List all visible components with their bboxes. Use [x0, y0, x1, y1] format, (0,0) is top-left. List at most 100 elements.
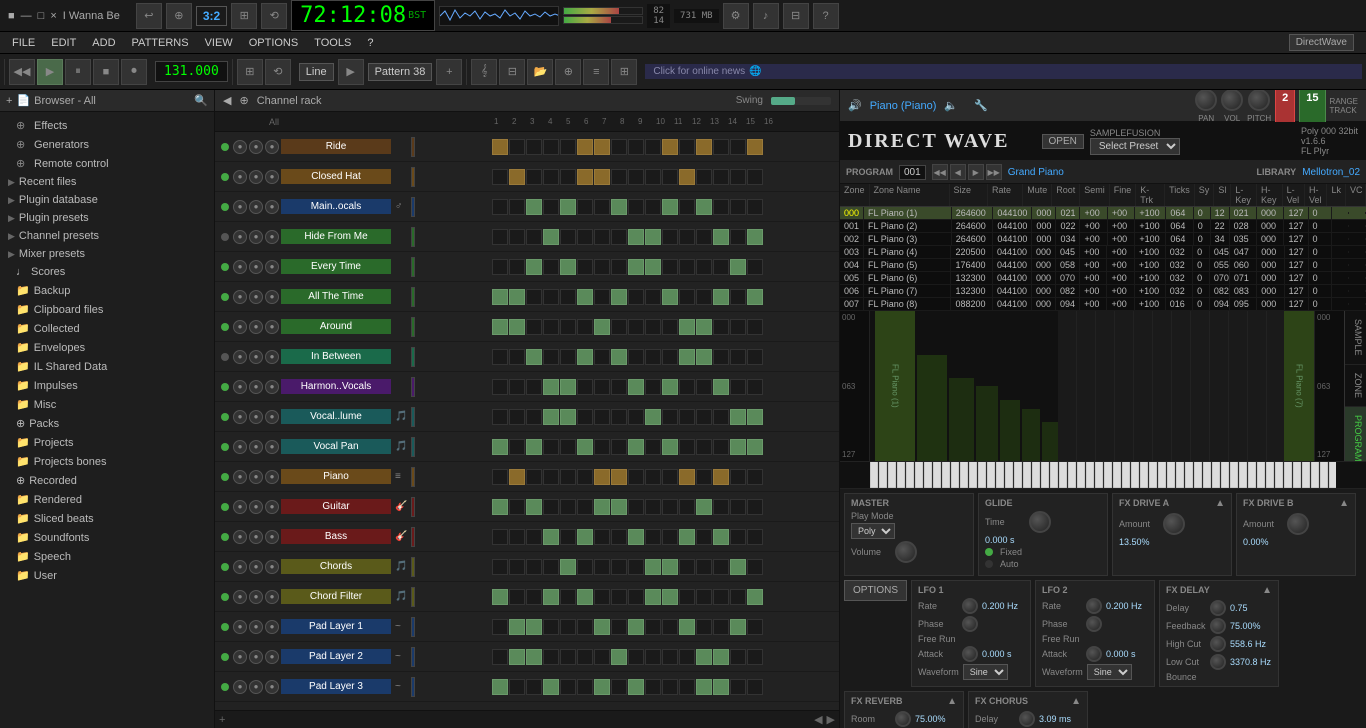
pattern-cell[interactable] [662, 409, 678, 425]
channel-solo-btn[interactable]: ● [249, 260, 263, 274]
channel-vol-btn[interactable]: ● [265, 170, 279, 184]
toolbar-icon-2[interactable]: ⊕ [166, 3, 192, 29]
channel-active-led[interactable] [221, 623, 229, 631]
pattern-cell[interactable] [492, 649, 508, 665]
menu-view[interactable]: VIEW [197, 37, 241, 49]
pattern-cell[interactable] [526, 529, 542, 545]
line-mode-arrow[interactable]: ▶ [338, 59, 364, 85]
channel-name-btn[interactable]: Pad Layer 1 [281, 619, 391, 634]
pattern-cell[interactable] [645, 229, 661, 245]
pattern-cell[interactable] [509, 439, 525, 455]
channel-active-led[interactable] [221, 683, 229, 691]
pattern-cell[interactable] [696, 199, 712, 215]
vol-knob[interactable] [1221, 90, 1243, 111]
dw-zone-row[interactable]: 000 FL Piano (1) 264600 044100 000 021 +… [840, 207, 1366, 220]
pattern-cell[interactable] [594, 319, 610, 335]
pattern-cell[interactable] [611, 259, 627, 275]
sidebar-backup[interactable]: 📁 Backup [0, 281, 214, 300]
sidebar-packs[interactable]: ⊕ Packs [0, 414, 214, 433]
channel-active-led[interactable] [221, 413, 229, 421]
pattern-cell[interactable] [492, 619, 508, 635]
pattern-cell[interactable] [747, 619, 763, 635]
channel-vol-btn[interactable]: ● [265, 680, 279, 694]
pattern-cell[interactable] [611, 499, 627, 515]
pattern-cell[interactable] [747, 259, 763, 275]
sidebar-plugin-presets[interactable]: ▶ Plugin presets [0, 209, 214, 227]
pattern-cell[interactable] [645, 679, 661, 695]
channel-active-led[interactable] [221, 653, 229, 661]
pattern-cell[interactable] [662, 589, 678, 605]
pattern-cell[interactable] [492, 529, 508, 545]
pattern-cell[interactable] [679, 139, 695, 155]
news-bar[interactable]: Click for online news 🌐 [645, 64, 1362, 79]
channel-mute-btn[interactable]: ● [233, 380, 247, 394]
sidebar-misc[interactable]: 📁 Misc [0, 395, 214, 414]
pattern-cell[interactable] [679, 169, 695, 185]
pattern-cell[interactable] [560, 439, 576, 455]
pattern-cell[interactable] [594, 199, 610, 215]
channel-mute-btn[interactable]: ● [233, 200, 247, 214]
pattern-cell[interactable] [560, 589, 576, 605]
pattern-cell[interactable] [560, 559, 576, 575]
channel-mute-btn[interactable]: ● [233, 560, 247, 574]
channel-solo-btn[interactable]: ● [249, 470, 263, 484]
pattern-cell[interactable] [509, 649, 525, 665]
pattern-cell[interactable] [696, 409, 712, 425]
rack-bottom-nav-right[interactable]: ▶ [827, 713, 835, 726]
sidebar-rendered[interactable]: 📁 Rendered [0, 490, 214, 509]
pattern-cell[interactable] [509, 499, 525, 515]
pattern-cell[interactable] [628, 199, 644, 215]
channel-name-btn[interactable]: Closed Hat [281, 169, 391, 184]
pattern-cell[interactable] [730, 679, 746, 695]
pattern-cell[interactable] [543, 139, 559, 155]
pattern-cell[interactable] [526, 169, 542, 185]
dw-fxd-fb-knob[interactable] [1210, 618, 1226, 634]
channel-vol-btn[interactable]: ● [265, 440, 279, 454]
pattern-cell[interactable] [730, 439, 746, 455]
pattern-cell[interactable] [679, 469, 695, 485]
pattern-cell[interactable] [662, 619, 678, 635]
pattern-cell[interactable] [594, 349, 610, 365]
pattern-cell[interactable] [611, 559, 627, 575]
pattern-cell[interactable] [662, 679, 678, 695]
pattern-cell[interactable] [526, 259, 542, 275]
channel-name-btn[interactable]: Piano [281, 469, 391, 484]
pattern-cell[interactable] [594, 559, 610, 575]
dw-zone-row[interactable]: 001 FL Piano (2) 264600 044100 000 022 +… [840, 220, 1366, 233]
toolbar-settings[interactable]: ⚙ [723, 3, 749, 29]
pattern-cell[interactable] [662, 259, 678, 275]
pattern-cell[interactable] [543, 409, 559, 425]
pattern-cell[interactable] [662, 649, 678, 665]
sidebar-user[interactable]: 📁 User [0, 566, 214, 585]
pattern-cell[interactable] [645, 499, 661, 515]
pattern-cell[interactable] [611, 529, 627, 545]
channel-active-led[interactable] [221, 263, 229, 271]
menu-options[interactable]: OPTIONS [241, 37, 307, 49]
dw-fxd-expand[interactable]: ▲ [1262, 585, 1272, 598]
pattern-cell[interactable] [747, 469, 763, 485]
channel-active-led[interactable] [221, 233, 229, 241]
pattern-cell[interactable] [492, 469, 508, 485]
channel-active-led[interactable] [221, 203, 229, 211]
channel-active-led[interactable] [221, 503, 229, 511]
pattern-cell[interactable] [713, 319, 729, 335]
pattern-cell[interactable] [645, 649, 661, 665]
pattern-cell[interactable] [713, 139, 729, 155]
pattern-cell[interactable] [662, 349, 678, 365]
pattern-cell[interactable] [628, 439, 644, 455]
pattern-cell[interactable] [560, 319, 576, 335]
pattern-cell[interactable] [628, 349, 644, 365]
pattern-cell[interactable] [543, 259, 559, 275]
pattern-cell[interactable] [492, 589, 508, 605]
pattern-cell[interactable] [730, 349, 746, 365]
dw-prog-left[interactable]: ◀ [950, 164, 966, 180]
pattern-cell[interactable] [594, 529, 610, 545]
pattern-cell[interactable] [696, 589, 712, 605]
pattern-cell[interactable] [713, 649, 729, 665]
channel-vol-btn[interactable]: ● [265, 230, 279, 244]
pattern-cell[interactable] [543, 349, 559, 365]
pattern-cell[interactable] [492, 259, 508, 275]
pattern-cell[interactable] [730, 559, 746, 575]
pattern-cell[interactable] [526, 199, 542, 215]
pattern-cell[interactable] [713, 409, 729, 425]
